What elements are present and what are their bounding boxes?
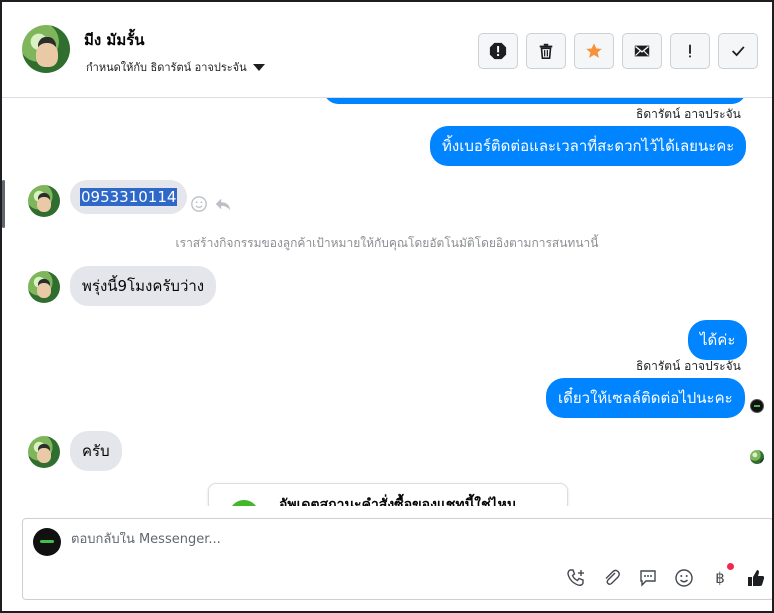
baht-icon: ฿ — [715, 569, 725, 587]
star-button[interactable] — [574, 33, 614, 69]
mark-spam-button[interactable] — [478, 33, 518, 69]
reply-icon[interactable] — [214, 195, 232, 213]
sender-label: ธิดารัตน์ อาจประจัน — [636, 359, 741, 373]
spam-icon — [489, 42, 507, 60]
message-actions — [190, 195, 232, 213]
reply-composer: ฿ — [22, 518, 772, 600]
saved-replies-button[interactable] — [637, 567, 659, 589]
exclamation-icon — [689, 44, 691, 58]
page-avatar — [33, 528, 61, 556]
message-bubble-incoming[interactable]: พรุ่งนี้9โมงครับว่าง — [70, 266, 217, 306]
message-bubble-outgoing[interactable]: ได้ค่ะ — [688, 320, 748, 360]
contact-avatar-small[interactable] — [28, 436, 60, 468]
contact-avatar[interactable] — [22, 25, 70, 73]
emoji-icon — [675, 569, 693, 587]
message-bubble-outgoing[interactable]: เดี๋ยวให้เซลล์ติดต่อไปนะคะ — [546, 378, 745, 418]
conversation-header: มีง มัมรั้น กำหนดให้กับ ธิดารัตน์ อาจประ… — [2, 2, 772, 98]
like-button[interactable] — [745, 567, 767, 589]
assignee-label: กำหนดให้กับ ธิดารัตน์ อาจประจัน — [86, 61, 247, 74]
card-title: อัพเดตสถานะคำสั่งซื้อของแชทนี้ใช่ไหม — [279, 497, 517, 506]
message-bubble-incoming[interactable]: ครับ — [70, 431, 122, 471]
message-bubble-outgoing[interactable]: ทิ้งเบอร์ติดต่อและเวลาที่สะดวกไว้ได้เลยน… — [430, 126, 747, 166]
order-status-card[interactable]: อัพเดตสถานะคำสั่งซื้อของแชทนี้ใช่ไหม — [208, 483, 568, 506]
system-notice: เราสร้างกิจกรรมของลูกค้าเป้าหมายให้กับคุ… — [175, 236, 599, 250]
caret-down-icon — [252, 63, 265, 71]
chat-bubble-icon — [640, 570, 656, 587]
assignee-dropdown[interactable]: กำหนดให้กับ ธิดารัตน์ อาจประจัน — [86, 58, 265, 76]
payment-button[interactable]: ฿ — [709, 563, 734, 589]
attach-button[interactable] — [601, 567, 623, 589]
thumbs-up-icon — [748, 570, 765, 586]
mark-unread-button[interactable] — [622, 33, 662, 69]
read-receipt-avatar — [750, 399, 764, 413]
composer-toolbar: ฿ — [565, 563, 767, 589]
smiley-react-icon[interactable] — [190, 195, 208, 213]
mark-done-button[interactable] — [718, 33, 758, 69]
checkmark-icon — [731, 46, 745, 57]
inbox-conversation-panel: มีง มัมรั้น กำหนดให้กับ ธิดารัตน์ อาจประ… — [0, 0, 774, 613]
new-badge-dot — [727, 563, 734, 570]
delete-button[interactable] — [526, 33, 566, 69]
seen-avatar — [750, 450, 764, 464]
envelope-icon — [634, 45, 650, 57]
contact-avatar-small[interactable] — [28, 185, 60, 217]
phone-plus-button[interactable] — [565, 567, 587, 589]
card-icon — [229, 500, 259, 506]
follow-up-button[interactable] — [670, 33, 710, 69]
selected-text[interactable]: 0953310114 — [80, 188, 178, 206]
trash-icon — [539, 43, 553, 60]
message-thread[interactable]: ธิดารัตน์ อาจประจัน ทิ้งเบอร์ติดต่อและเว… — [2, 98, 772, 506]
sender-label: ธิดารัตน์ อาจประจัน — [636, 107, 741, 121]
contact-avatar-small[interactable] — [28, 271, 60, 303]
star-icon — [586, 43, 602, 58]
phone-plus-icon — [567, 569, 584, 586]
emoji-button[interactable] — [673, 567, 695, 589]
reply-input[interactable] — [71, 532, 671, 547]
contact-name[interactable]: มีง มัมรั้น — [84, 28, 145, 52]
paperclip-icon — [605, 569, 620, 585]
header-toolbar — [478, 33, 758, 69]
message-bubble-outgoing[interactable] — [324, 98, 746, 104]
message-bubble-incoming[interactable]: 0953310114 — [70, 180, 188, 214]
